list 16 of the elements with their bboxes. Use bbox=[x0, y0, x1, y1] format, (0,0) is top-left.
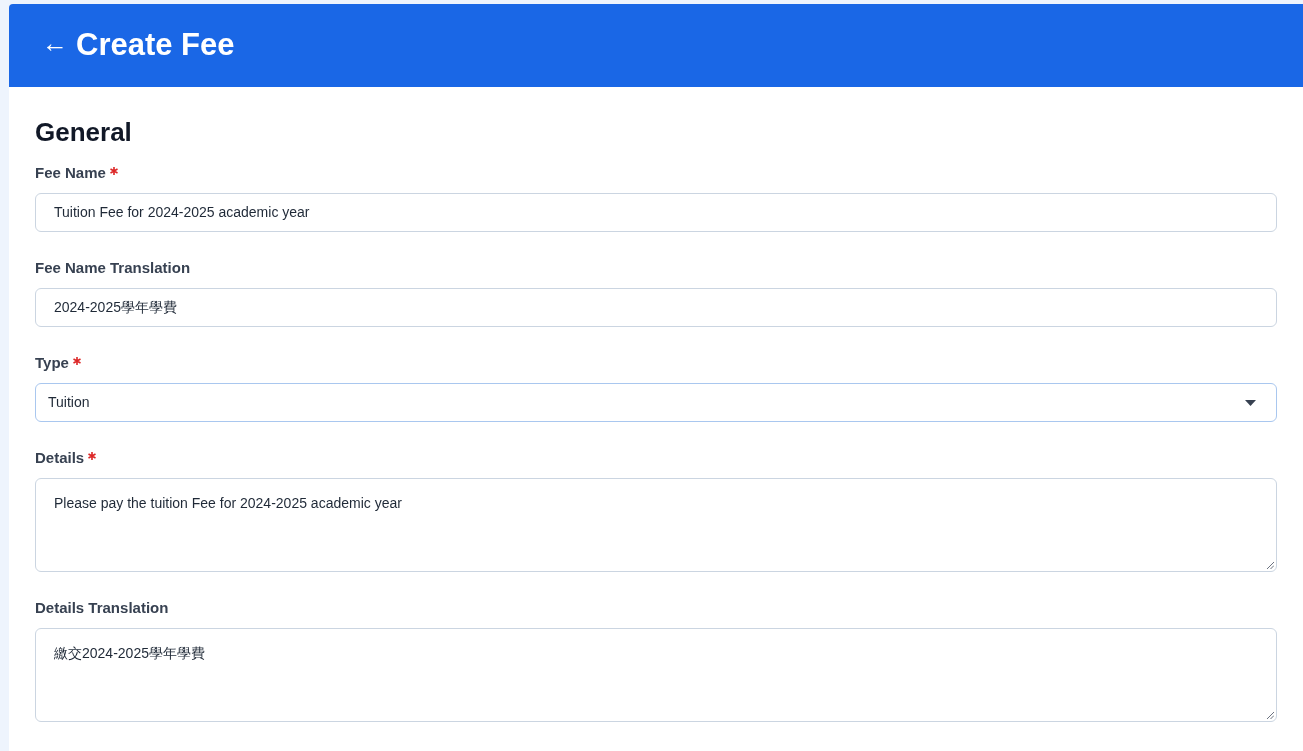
back-button[interactable]: ← bbox=[42, 29, 68, 56]
input-field[interactable]: Tuition Fee for 2024-2025 academic year bbox=[35, 193, 1277, 232]
text-area[interactable]: 繳交2024-2025學年學費 bbox=[35, 628, 1277, 722]
section-title: General bbox=[35, 116, 133, 149]
field-label: Fee Name Translation bbox=[35, 257, 191, 278]
select-field[interactable]: Tuition bbox=[35, 383, 1277, 422]
field-label: Type bbox=[35, 352, 69, 373]
resize-handle-icon[interactable] bbox=[1267, 712, 1274, 719]
field-label: Fee Name bbox=[35, 162, 106, 183]
field-label: Details bbox=[35, 447, 85, 468]
text-area[interactable]: Please pay the tuition Fee for 2024-2025 academic year bbox=[35, 478, 1277, 572]
page-title: Create Fee bbox=[76, 26, 235, 65]
caret-icon bbox=[1245, 399, 1256, 406]
field-label: Details Translation bbox=[35, 597, 169, 618]
input-field[interactable]: 2024-2025學年學費 bbox=[35, 288, 1277, 327]
resize-handle-icon[interactable] bbox=[1267, 562, 1274, 569]
